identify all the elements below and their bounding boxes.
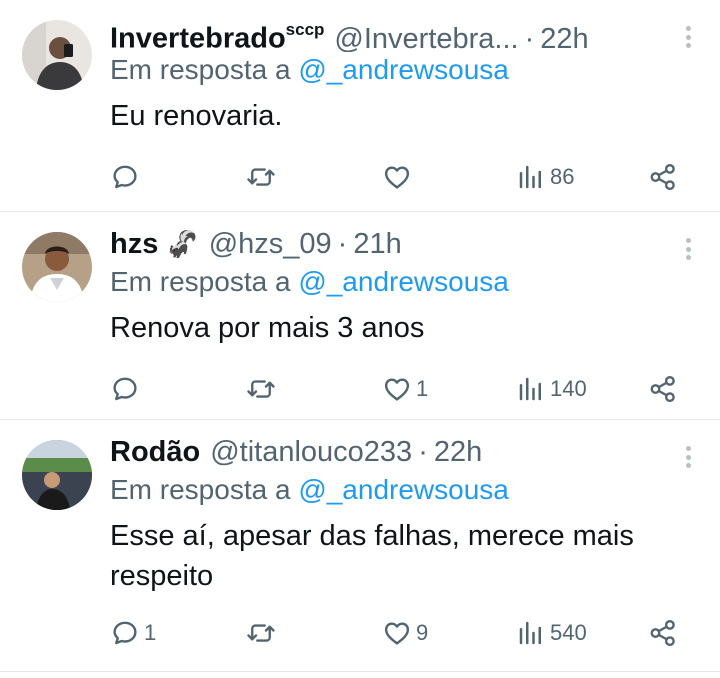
share-button[interactable]	[648, 616, 678, 650]
reply-button[interactable]	[110, 160, 144, 194]
reply-feed: Invertebradosccp @Invertebra... · 22h Em…	[0, 0, 720, 678]
action-bar: 86	[110, 150, 680, 210]
retweet-button[interactable]	[246, 160, 280, 194]
tweet-text: Eu renovaria.	[110, 100, 283, 132]
views-button[interactable]: 540	[516, 616, 587, 650]
like-count: 9	[416, 620, 429, 645]
retweet-icon	[247, 168, 275, 186]
reply-prefix: Em resposta a	[110, 54, 299, 85]
reply-count: 1	[144, 620, 157, 645]
avatar[interactable]	[22, 20, 92, 90]
separator-dot: ·	[524, 22, 535, 52]
view-count: 540	[550, 620, 587, 645]
reply-context: Em resposta a @_andrewsousa	[110, 264, 680, 300]
tweet[interactable]: Invertebradosccp @Invertebra... · 22h Em…	[0, 0, 720, 212]
views-button[interactable]: 86	[516, 160, 574, 194]
avatar[interactable]	[22, 232, 92, 302]
display-name[interactable]: Invertebradosccp	[110, 12, 324, 52]
tweet-header: Rodão @titanlouco233 · 22h	[110, 432, 680, 472]
reply-prefix: Em resposta a	[110, 266, 299, 297]
retweet-button[interactable]	[246, 372, 280, 406]
reply-prefix: Em resposta a	[110, 474, 299, 505]
like-count: 1	[416, 376, 429, 401]
action-bar: 1 140	[110, 362, 680, 422]
separator-dot: ·	[337, 228, 348, 260]
more-options-icon[interactable]	[678, 22, 698, 52]
user-handle[interactable]: @hzs_09	[209, 224, 332, 264]
user-handle[interactable]: @titanlouco233	[210, 432, 412, 472]
reply-icon	[113, 377, 137, 401]
views-button[interactable]: 140	[516, 372, 587, 406]
name-suffix: sccp	[285, 20, 325, 39]
share-icon	[650, 619, 675, 647]
mention-link[interactable]: @_andrewsousa	[298, 474, 509, 505]
tweet-text: Renova por mais 3 anos	[110, 312, 425, 344]
skunk-emoji: 🦨	[166, 229, 199, 259]
tweet-header: hzs 🦨 @hzs_09 · 21h	[110, 224, 680, 264]
view-count: 140	[550, 376, 587, 401]
share-icon	[650, 163, 675, 191]
tweet-header: Invertebradosccp @Invertebra... · 22h	[110, 12, 680, 52]
mention-link[interactable]: @_andrewsousa	[298, 54, 509, 85]
tweet[interactable]: Rodão @titanlouco233 · 22h Em resposta a…	[0, 420, 720, 672]
reply-button[interactable]: 1	[110, 616, 156, 650]
more-options-icon[interactable]	[678, 234, 698, 264]
like-button[interactable]: 1	[382, 372, 428, 406]
timestamp[interactable]: 22h	[434, 432, 482, 472]
retweet-button[interactable]	[246, 616, 280, 650]
view-count: 86	[550, 164, 575, 189]
tweet-text: Esse aí, apesar das falhas, merece mais …	[110, 520, 634, 592]
heart-icon	[384, 622, 410, 645]
reply-button[interactable]	[110, 372, 144, 406]
avatar[interactable]	[22, 440, 92, 510]
retweet-icon	[247, 624, 275, 642]
share-icon	[650, 375, 675, 403]
views-chart-icon	[519, 377, 541, 401]
reply-icon	[113, 165, 137, 189]
views-chart-icon	[519, 621, 541, 645]
more-options-icon[interactable]	[678, 442, 698, 472]
user-handle[interactable]: @Invertebra...	[334, 19, 518, 52]
action-bar: 1 9 540	[110, 606, 680, 666]
heart-icon	[384, 378, 410, 401]
timestamp[interactable]: 21h	[353, 224, 401, 264]
mention-link[interactable]: @_andrewsousa	[298, 266, 509, 297]
views-chart-icon	[519, 165, 541, 189]
display-name[interactable]: hzs	[110, 224, 158, 264]
display-name[interactable]: Rodão	[110, 432, 200, 472]
reply-icon	[113, 621, 137, 645]
share-button[interactable]	[648, 372, 678, 406]
separator-dot: ·	[418, 436, 428, 468]
reply-context: Em resposta a @_andrewsousa	[110, 52, 680, 88]
share-button[interactable]	[648, 160, 678, 194]
timestamp[interactable]: 22h	[540, 19, 588, 52]
retweet-icon	[247, 380, 275, 398]
reply-context: Em resposta a @_andrewsousa	[110, 472, 680, 508]
like-button[interactable]: 9	[382, 616, 428, 650]
heart-icon	[384, 166, 410, 189]
like-button[interactable]	[382, 160, 416, 194]
tweet[interactable]: hzs 🦨 @hzs_09 · 21h Em resposta a @_andr…	[0, 212, 720, 420]
